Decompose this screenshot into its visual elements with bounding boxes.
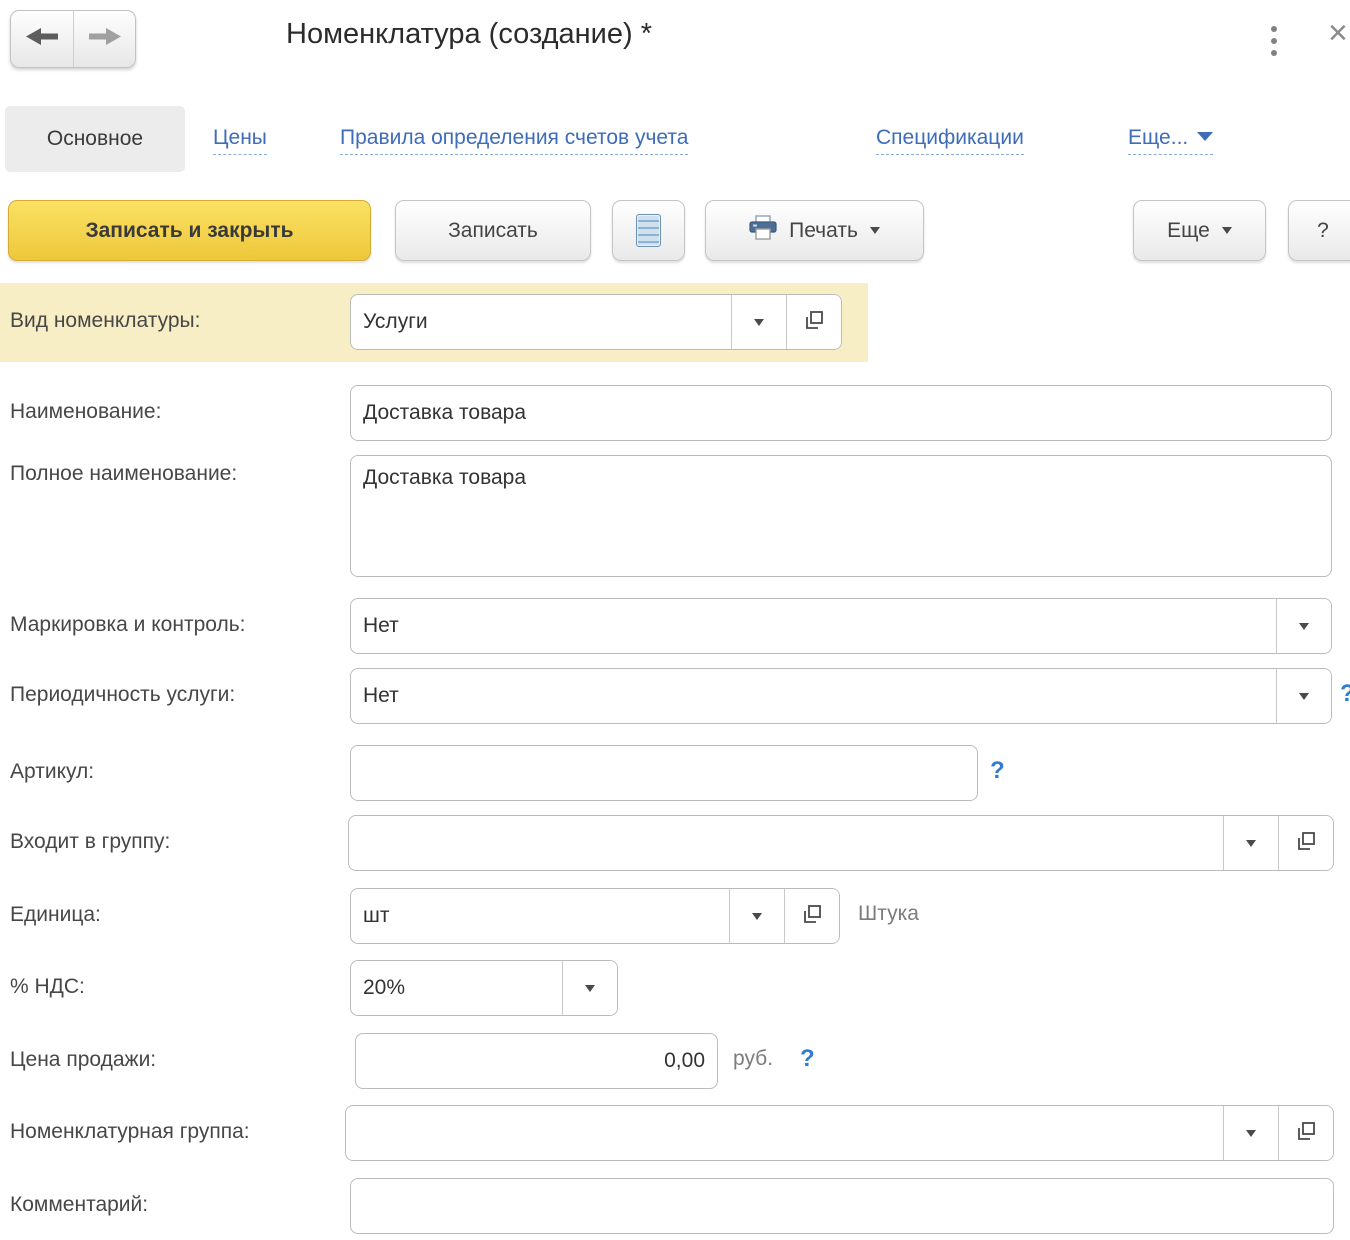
nomenclature-group-label: Номенклатурная группа: (10, 1120, 250, 1144)
sale-price-label: Цена продажи: (10, 1048, 156, 1072)
chevron-down-icon (1299, 623, 1309, 630)
chevron-down-icon (1246, 1130, 1256, 1137)
nomenclature-group-combo (345, 1105, 1334, 1161)
tab-more[interactable]: Еще... (1128, 126, 1213, 155)
history-nav-group (10, 10, 136, 68)
unit-input[interactable] (351, 889, 729, 943)
chevron-down-icon (870, 227, 880, 234)
vat-input[interactable] (351, 961, 562, 1015)
nomenclature-create-window: Номенклатура (создание) * × Основное Цен… (0, 0, 1350, 1240)
name-input[interactable] (350, 385, 1332, 441)
nomenclature-group-open-button[interactable] (1278, 1106, 1333, 1160)
tab-prices[interactable]: Цены (213, 126, 267, 155)
more-button[interactable]: Еще (1133, 200, 1266, 261)
full-name-label: Полное наименование: (10, 462, 237, 486)
article-label: Артикул: (10, 760, 94, 784)
page-title: Номенклатура (создание) * (286, 18, 652, 51)
marking-combo (350, 598, 1332, 654)
kind-input[interactable] (351, 295, 731, 349)
parent-group-dropdown-button[interactable] (1223, 816, 1278, 870)
vat-label: % НДС: (10, 975, 85, 999)
list-stack-icon (636, 214, 661, 247)
tab-account-rules[interactable]: Правила определения счетов учета (340, 126, 688, 155)
full-name-textarea[interactable]: Доставка товара (350, 455, 1332, 577)
sale-price-currency: руб. (733, 1047, 773, 1071)
kind-label: Вид номенклатуры: (10, 309, 200, 333)
print-button[interactable]: Печать (705, 200, 924, 261)
close-icon[interactable]: × (1328, 16, 1348, 50)
chevron-down-icon (1222, 227, 1232, 234)
article-input[interactable] (350, 745, 978, 801)
periodicity-combo (350, 668, 1332, 724)
vat-dropdown-button[interactable] (562, 961, 617, 1015)
more-button-label: Еще (1167, 219, 1210, 243)
unit-combo (350, 888, 840, 944)
chevron-down-icon (754, 319, 764, 326)
save-button[interactable]: Записать (395, 200, 591, 261)
unit-open-button[interactable] (784, 889, 839, 943)
chevron-down-icon (585, 985, 595, 992)
marking-input[interactable] (351, 599, 1276, 653)
tab-specifications[interactable]: Спецификации (876, 126, 1024, 155)
printer-icon (749, 215, 777, 247)
marking-label: Маркировка и контроль: (10, 613, 246, 637)
back-button[interactable] (11, 11, 73, 67)
kind-combo (350, 294, 842, 350)
parent-group-input[interactable] (349, 816, 1223, 870)
open-item-icon (801, 903, 823, 930)
help-button[interactable]: ? (1288, 200, 1350, 261)
name-label: Наименование: (10, 400, 161, 424)
arrow-left-icon (26, 28, 58, 50)
kind-dropdown-button[interactable] (731, 295, 786, 349)
periodicity-dropdown-button[interactable] (1276, 669, 1331, 723)
sale-price-help-icon[interactable]: ? (800, 1045, 815, 1073)
kebab-menu-icon[interactable] (1264, 26, 1284, 56)
sale-price-input[interactable] (355, 1033, 718, 1089)
arrow-right-icon (89, 28, 121, 50)
chevron-down-icon (1246, 840, 1256, 847)
nomenclature-group-dropdown-button[interactable] (1223, 1106, 1278, 1160)
chevron-down-icon (1299, 693, 1309, 700)
open-item-icon (803, 309, 825, 336)
periodicity-help-icon[interactable]: ? (1340, 680, 1350, 708)
chevron-down-icon (1197, 132, 1213, 141)
nomenclature-group-input[interactable] (346, 1106, 1223, 1160)
kind-open-button[interactable] (786, 295, 841, 349)
tab-main[interactable]: Основное (5, 106, 185, 172)
open-item-icon (1295, 1120, 1317, 1147)
open-item-icon (1295, 830, 1317, 857)
parent-group-label: Входит в группу: (10, 830, 170, 854)
print-button-label: Печать (789, 219, 858, 243)
save-and-close-button[interactable]: Записать и закрыть (8, 200, 371, 261)
parent-group-open-button[interactable] (1278, 816, 1333, 870)
forward-button[interactable] (73, 11, 135, 67)
unit-hint: Штука (858, 902, 919, 926)
unit-label: Единица: (10, 903, 101, 927)
comment-input[interactable] (350, 1178, 1334, 1234)
show-in-list-button[interactable] (612, 200, 685, 261)
unit-dropdown-button[interactable] (729, 889, 784, 943)
article-help-icon[interactable]: ? (990, 757, 1005, 785)
parent-group-combo (348, 815, 1334, 871)
periodicity-label: Периодичность услуги: (10, 683, 235, 707)
periodicity-input[interactable] (351, 669, 1276, 723)
vat-combo (350, 960, 618, 1016)
comment-label: Комментарий: (10, 1193, 148, 1217)
chevron-down-icon (752, 913, 762, 920)
marking-dropdown-button[interactable] (1276, 599, 1331, 653)
